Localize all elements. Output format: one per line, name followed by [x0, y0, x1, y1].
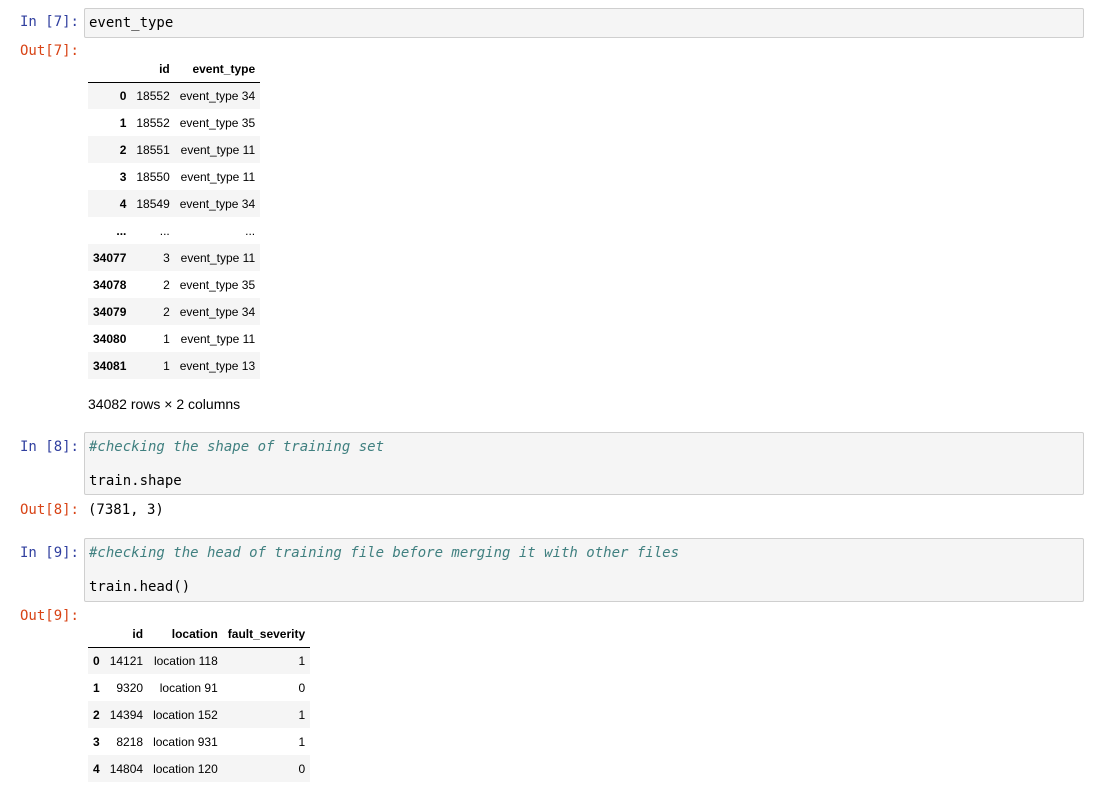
column-header: fault_severity: [222, 617, 311, 648]
row-index: 0: [93, 653, 100, 668]
table-cell: 1: [298, 707, 306, 722]
table-cell: 3: [163, 250, 170, 265]
code-comment: #checking the shape of training set: [89, 439, 385, 455]
table-cell: 18549: [136, 196, 170, 211]
table-cell: event_type 35: [179, 277, 256, 292]
table-cell: 1: [298, 734, 306, 749]
table-cell: 2: [163, 277, 170, 292]
table-cell: 1: [298, 653, 306, 668]
row-index: 0: [119, 88, 127, 103]
table-row: 34079 2 event_type 34: [88, 298, 261, 325]
table-row: 3 18550 event_type 11: [88, 163, 260, 190]
row-index: 34077: [93, 250, 127, 265]
table-cell: ...: [159, 223, 170, 238]
table-cell: event_type 11: [180, 169, 256, 184]
table-cell: 2: [163, 304, 170, 319]
table-row: 34078 2 event_type 35: [88, 271, 260, 298]
index-header: [88, 617, 105, 648]
table-cell: 0: [298, 680, 306, 695]
row-index: 34081: [93, 358, 127, 373]
table-cell: 14394: [109, 707, 144, 722]
table-cell: 14804: [109, 761, 144, 776]
code-line: train.head(): [89, 579, 191, 595]
output-text-8: (7381, 3): [88, 502, 164, 518]
table-cell: event_type 35: [179, 115, 256, 130]
row-index: 1: [93, 680, 100, 695]
table-cell: event_type 13: [179, 358, 256, 373]
output-prompt-8: Out[8]:: [19, 502, 79, 518]
row-index: 34080: [93, 331, 127, 346]
table-cell: 18550: [136, 169, 170, 184]
table-row: 1 18552 event_type 35: [88, 109, 260, 136]
code-cell-9[interactable]: #checking the head of training file befo…: [84, 538, 1084, 602]
table-row: 34077 3 event_type 11: [88, 244, 261, 271]
code-cell-7[interactable]: event_type: [84, 8, 1084, 38]
input-prompt-8: In [8]:: [19, 439, 79, 455]
column-header: id: [131, 52, 175, 83]
table-row: 1 9320 location 91 0: [88, 674, 310, 701]
table-cell: event_type 34: [179, 304, 256, 319]
table-cell: location 152: [153, 707, 218, 722]
table-cell: location 118: [153, 653, 218, 668]
table-row: 2 18551 event_type 11: [88, 136, 261, 163]
table-cell: 1: [163, 331, 170, 346]
table-cell: ...: [245, 223, 256, 238]
row-index: 34079: [93, 304, 127, 319]
output-prompt-7: Out[7]:: [19, 43, 79, 59]
column-header: location: [148, 617, 223, 648]
input-prompt-7: In [7]:: [19, 14, 79, 30]
table-cell: event_type 11: [180, 331, 256, 346]
table-cell: event_type 34: [179, 88, 256, 103]
row-index: 34078: [93, 277, 127, 292]
table-row: .........: [88, 217, 260, 244]
input-prompt-9: In [9]:: [19, 545, 79, 561]
table-cell: event_type 34: [179, 196, 256, 211]
table-cell: 0: [298, 761, 306, 776]
row-index: 2: [93, 707, 100, 722]
table-cell: location 91: [159, 680, 218, 695]
table-cell: event_type 11: [180, 142, 256, 157]
row-index: 3: [119, 169, 127, 184]
code-line: event_type: [89, 15, 174, 31]
row-index: 2: [119, 142, 127, 157]
table-row: 34080 1 event_type 11: [88, 325, 260, 352]
table-cell: 18551: [136, 142, 170, 157]
table-row: 3 8218 location 931 1: [88, 728, 310, 755]
column-header: event_type: [174, 52, 261, 83]
table-cell: location 120: [153, 761, 218, 776]
row-index: 1: [119, 115, 127, 130]
table-row: 0 14121 location 118 1: [88, 647, 311, 674]
row-index: 4: [93, 761, 100, 776]
table-row: 34081 1 event_type 13: [88, 352, 261, 379]
table-cell: event_type 11: [180, 250, 256, 265]
column-header: id: [104, 617, 149, 648]
table-row: 4 18549 event_type 34: [88, 190, 261, 217]
table-cell: 8218: [116, 734, 144, 749]
row-index: ...: [116, 223, 127, 238]
train-head-dataframe: id location fault_severity 0 14121 location …: [88, 617, 311, 782]
table-cell: 18552: [136, 115, 170, 130]
row-index: 4: [119, 196, 127, 211]
event-type-dataframe: id event_type 0 18552 event_type 34 1 18552 ev…: [88, 52, 261, 379]
table-row: 2 14394 location 152 1: [88, 701, 311, 728]
output-prompt-9: Out[9]:: [19, 608, 79, 624]
code-cell-8[interactable]: #checking the shape of training set trai…: [84, 432, 1084, 495]
table-cell: 1: [163, 358, 170, 373]
table-cell: 18552: [136, 88, 170, 103]
table-cell: 14121: [109, 653, 144, 668]
table-row: 4 14804 location 120 0: [88, 755, 311, 782]
code-line: train.shape: [89, 473, 182, 489]
table-row: 0 18552 event_type 34: [88, 82, 261, 109]
index-header: [88, 52, 132, 83]
table-cell: 9320: [116, 680, 144, 695]
code-comment: #checking the head of training file befo…: [89, 545, 680, 561]
table-cell: location 931: [153, 734, 218, 749]
rows-info: 34082 rows × 2 columns: [88, 396, 241, 412]
row-index: 3: [93, 734, 100, 749]
